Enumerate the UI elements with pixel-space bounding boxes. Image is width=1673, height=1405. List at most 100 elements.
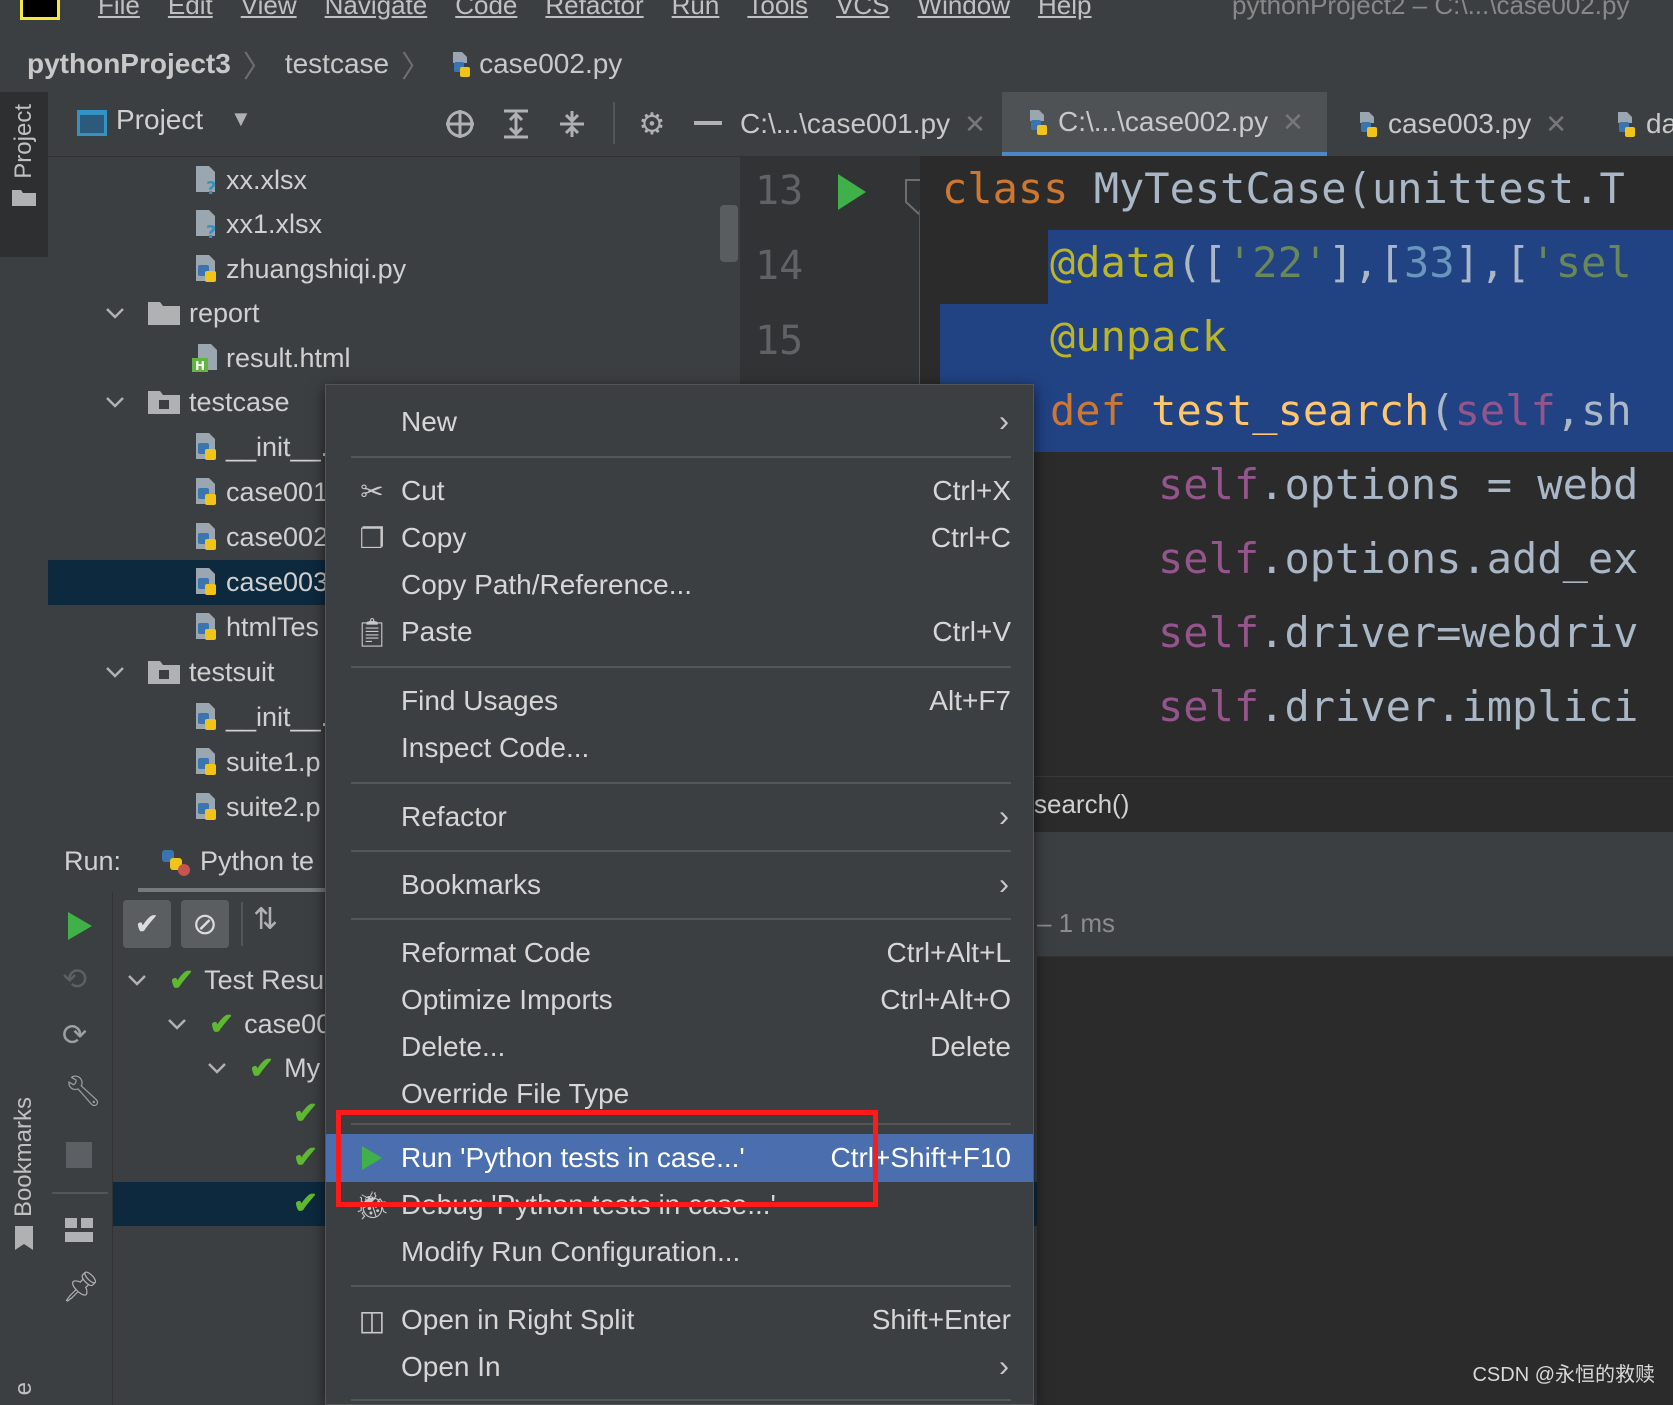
close-icon[interactable]: ✕: [1282, 107, 1304, 138]
menu-item-copy-path[interactable]: Copy Path/Reference...: [326, 562, 1033, 608]
editor-tab-case003[interactable]: case003.py ✕: [1350, 92, 1610, 156]
code-line-18: self.options.add_ex: [1158, 534, 1639, 583]
tree-item-result-html[interactable]: Hresult.html: [190, 336, 351, 380]
chevron-right-icon: ›: [999, 1350, 1009, 1383]
expand-all-icon[interactable]: [496, 104, 536, 144]
menu-view[interactable]: View: [241, 0, 297, 21]
tree-item-case002[interactable]: case002: [190, 515, 328, 559]
wrench-icon[interactable]: 🔧︎: [64, 1074, 102, 1109]
test-module-node[interactable]: ✔ case00: [167, 1002, 331, 1046]
menu-item-paste[interactable]: 📋︎ Paste Ctrl+V: [326, 609, 1033, 655]
collapse-all-icon[interactable]: [552, 104, 592, 144]
menu-vcs[interactable]: VCS: [836, 0, 889, 21]
toolbar-divider: [52, 1192, 108, 1194]
menu-item-new[interactable]: New ›: [326, 399, 1033, 445]
run-panel-label: Run:: [64, 846, 122, 876]
menu-item-optimize-imports[interactable]: Optimize Imports Ctrl+Alt+O: [326, 977, 1033, 1023]
project-scrollbar-thumb[interactable]: [720, 205, 738, 262]
tree-item-htmltes[interactable]: htmlTes: [190, 605, 319, 649]
menu-edit[interactable]: Edit: [168, 0, 213, 21]
menu-run[interactable]: Run: [672, 0, 720, 21]
breadcrumb-project[interactable]: pythonProject3: [27, 48, 231, 80]
tree-item-xx1-xlsx[interactable]: ? xx1.xlsx: [190, 202, 322, 246]
python-file-icon: [196, 703, 216, 730]
breadcrumb-file[interactable]: case002.py: [479, 48, 622, 80]
rerun-icon[interactable]: [66, 910, 94, 942]
tree-item-label: htmlTes: [226, 611, 320, 642]
editor-tab-case002[interactable]: C:\...\case002.py ✕: [1002, 92, 1327, 156]
rerun-failed-icon[interactable]: ⟲: [62, 962, 87, 997]
tree-item-init[interactable]: __init__.: [190, 425, 328, 469]
pin-icon[interactable]: 📌︎: [62, 1270, 100, 1305]
breadcrumb-folder[interactable]: testcase: [285, 48, 389, 80]
tree-item-xx-xlsx[interactable]: ? xx.xlsx: [190, 158, 307, 202]
gear-icon[interactable]: ⚙: [632, 104, 672, 144]
menu-item-inspect-code[interactable]: Inspect Code...: [326, 725, 1033, 771]
unknown-file-icon: ?: [196, 166, 216, 196]
menu-item-open-in[interactable]: Open In ›: [326, 1344, 1033, 1390]
menu-tools[interactable]: Tools: [747, 0, 808, 21]
python-file-icon: [196, 613, 216, 640]
stop-icon[interactable]: [66, 1142, 92, 1168]
tree-item-testcase[interactable]: testcase: [105, 380, 290, 424]
menu-item-bookmarks[interactable]: Bookmarks ›: [326, 862, 1033, 908]
hide-panel-icon[interactable]: [688, 104, 728, 144]
show-ignored-toggle[interactable]: ⊘: [181, 900, 229, 948]
close-icon[interactable]: ✕: [964, 109, 986, 140]
chevron-down-icon: [208, 1063, 226, 1074]
menu-item-copy[interactable]: ❐ Copy Ctrl+C: [326, 515, 1033, 561]
tree-item-zhuangshiqi-py[interactable]: zhuangshiqi.py: [190, 247, 406, 291]
editor-tab-label: case003.py: [1388, 108, 1532, 139]
watermark: CSDN @永恒的救赎: [1472, 1364, 1655, 1386]
editor-tab-other[interactable]: da: [1608, 92, 1673, 156]
menu-window[interactable]: Window: [918, 0, 1010, 21]
menu-file[interactable]: File: [98, 0, 140, 21]
chevron-down-icon[interactable]: ▼: [230, 106, 252, 132]
tree-item-label: zhuangshiqi.py: [226, 253, 407, 284]
python-file-icon: [1030, 110, 1047, 135]
menu-item-refactor[interactable]: Refactor ›: [326, 794, 1033, 840]
tree-item-label: suite2.p: [226, 791, 321, 822]
menu-refactor[interactable]: Refactor: [545, 0, 643, 21]
project-tool-tab[interactable]: Project: [0, 92, 48, 257]
menu-item-reformat-code[interactable]: Reformat Code Ctrl+Alt+L: [326, 930, 1033, 976]
menu-navigate[interactable]: Navigate: [325, 0, 428, 21]
chevron-down-icon: [106, 667, 124, 678]
close-icon[interactable]: ✕: [1545, 109, 1567, 140]
tree-item-testsuit[interactable]: testsuit: [105, 650, 275, 694]
menu-help[interactable]: Help: [1038, 0, 1091, 21]
tree-item-suite1-p[interactable]: suite1.p: [190, 740, 321, 784]
structure-tool-tab[interactable]: e: [0, 1382, 48, 1405]
menu-code[interactable]: Code: [455, 0, 517, 21]
menu-item-cut[interactable]: ✂ Cut Ctrl+X: [326, 468, 1033, 514]
chevron-down-icon: [168, 1019, 186, 1030]
left-tool-strip: Project Bookmarks e: [0, 92, 49, 1405]
project-view-title[interactable]: Project: [116, 104, 203, 136]
run-gutter-icon[interactable]: [836, 172, 868, 212]
structure-breadcrumb-item[interactable]: search(): [1034, 789, 1129, 820]
locate-file-icon[interactable]: [440, 104, 480, 144]
check-icon: ✔: [293, 1141, 319, 1174]
tree-item-label: xx.xlsx: [226, 164, 307, 195]
toggle-autotest-icon[interactable]: ⟳: [62, 1018, 87, 1053]
layout-icon[interactable]: [64, 1217, 94, 1243]
menu-item-modify-run-config[interactable]: Modify Run Configuration...: [326, 1229, 1033, 1275]
menu-item-open-right-split[interactable]: ◫ Open in Right Split Shift+Enter: [326, 1297, 1033, 1343]
sort-alpha-icon[interactable]: ⇅: [253, 902, 278, 937]
bookmarks-tool-tab[interactable]: Bookmarks: [0, 1097, 48, 1267]
tree-item-report[interactable]: report: [105, 291, 260, 335]
menu-item-delete[interactable]: Delete... Delete: [326, 1024, 1033, 1070]
tree-item-case003[interactable]: case003: [190, 560, 328, 604]
tree-item-init[interactable]: __init__.: [190, 695, 328, 739]
test-root-node[interactable]: ✔ Test Resu: [127, 958, 324, 1002]
tree-item-suite2-p[interactable]: suite2.p: [190, 785, 321, 829]
svg-text:H: H: [195, 359, 205, 373]
show-passed-toggle[interactable]: ✔: [123, 900, 171, 948]
test-class-node[interactable]: ✔ My: [207, 1046, 320, 1090]
test-duration: – 1 ms: [1037, 908, 1116, 938]
project-tool-tab-label: Project: [10, 104, 37, 179]
editor-tab-case001[interactable]: C:\...\case001.py ✕: [740, 92, 1000, 156]
tree-item-case001[interactable]: case001: [190, 470, 328, 514]
menu-item-find-usages[interactable]: Find Usages Alt+F7: [326, 678, 1033, 724]
run-side-toolbar: ⟲ ⟳ 🔧︎ 📌︎: [48, 892, 113, 1405]
